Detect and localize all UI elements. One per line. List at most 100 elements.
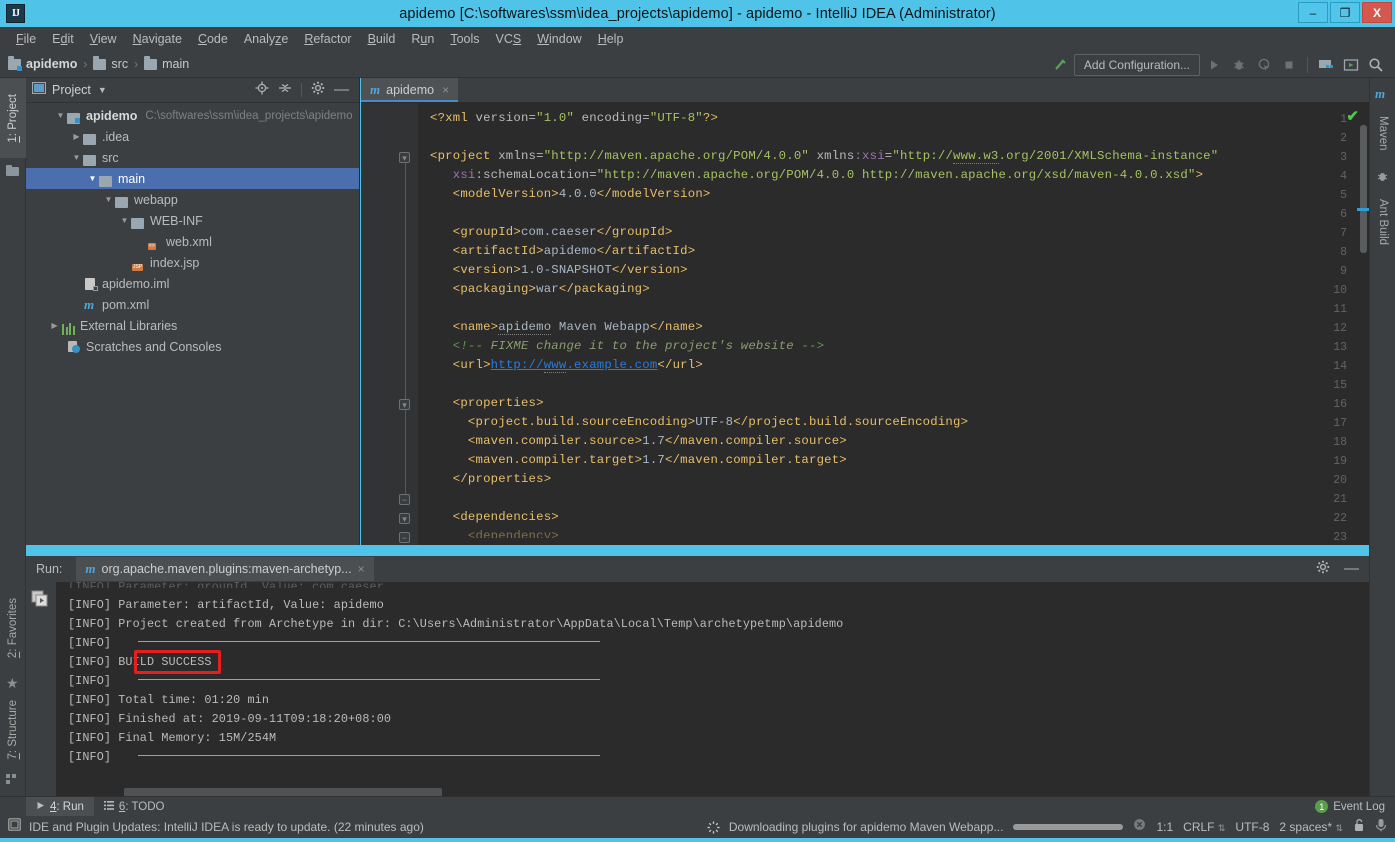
editor-gutter[interactable]	[361, 103, 418, 545]
code-line-12: <name>apidemo Maven Webapp</name>	[452, 320, 703, 335]
run-icon[interactable]	[1203, 54, 1225, 76]
fold-marker-collapse[interactable]: ▾	[399, 152, 410, 163]
tree-item-index-jsp[interactable]: JSP index.jsp	[26, 252, 359, 273]
menu-vcs[interactable]: VCS	[488, 29, 530, 49]
folder-icon	[131, 214, 146, 229]
cancel-progress-icon[interactable]	[1133, 818, 1146, 836]
status-message[interactable]: IDE and Plugin Updates: IntelliJ IDEA is…	[29, 820, 424, 834]
project-tool-window: Project ▼ — ▼ apidemo C:\softwares\ssm\i…	[26, 78, 360, 545]
locate-file-icon[interactable]	[255, 81, 269, 100]
notification-icon[interactable]	[8, 818, 21, 836]
editor-tab-apidemo[interactable]: m apidemo ×	[361, 78, 459, 102]
close-button[interactable]: X	[1362, 2, 1392, 23]
tree-item-src[interactable]: ▼ src	[26, 147, 359, 168]
code-editor[interactable]: 1 2 3 4 5 6 7 8 9 10 11 12 13 14 15 16 1…	[361, 103, 1369, 545]
line-separator[interactable]: CRLF ⇅	[1183, 820, 1225, 834]
gear-icon[interactable]	[311, 81, 325, 100]
menu-edit[interactable]: Edit	[44, 29, 82, 49]
file-encoding[interactable]: UTF-8	[1235, 820, 1269, 834]
fold-marker-collapse[interactable]: ▾	[399, 513, 410, 524]
lock-icon[interactable]	[1353, 818, 1365, 837]
editor-vertical-scrollbar[interactable]	[1360, 125, 1367, 253]
maximize-button[interactable]: ❐	[1330, 2, 1360, 23]
menu-navigate[interactable]: Navigate	[125, 29, 190, 49]
project-structure-icon[interactable]	[1315, 54, 1337, 76]
fold-marker-collapse[interactable]: ▾	[399, 399, 410, 410]
run-console-output[interactable]: [INFO] Parameter: groupId, Value: com.ca…	[56, 582, 1369, 796]
tree-item-external-libraries[interactable]: ▶ External Libraries	[26, 315, 359, 336]
chevron-down-icon[interactable]: ▼	[98, 85, 107, 95]
add-configuration-button[interactable]: Add Configuration...	[1073, 53, 1200, 76]
fold-marker-collapse[interactable]: −	[399, 532, 410, 543]
sidebar-tab-structure[interactable]: 7: Structure	[0, 686, 26, 774]
tree-item-web-inf[interactable]: ▼ WEB-INF	[26, 210, 359, 231]
tree-item-idea[interactable]: ▶ .idea	[26, 126, 359, 147]
expand-arrow-icon[interactable]: ▼	[102, 195, 115, 204]
menu-view[interactable]: View	[82, 29, 125, 49]
event-log-button[interactable]: 1 Event Log	[1315, 800, 1395, 813]
close-icon[interactable]: ×	[358, 562, 365, 576]
menu-window[interactable]: Window	[529, 29, 589, 49]
menu-build[interactable]: Build	[360, 29, 404, 49]
expand-arrow-icon[interactable]: ▼	[54, 111, 67, 120]
indent-setting[interactable]: 2 spaces* ⇅	[1279, 820, 1343, 834]
close-icon[interactable]: ×	[442, 83, 449, 97]
breadcrumb-main[interactable]: main	[144, 56, 189, 71]
tree-item-scratches[interactable]: Scratches and Consoles	[26, 336, 359, 357]
hide-panel-icon[interactable]: —	[1344, 561, 1359, 576]
menu-tools[interactable]: Tools	[442, 29, 487, 49]
menu-code[interactable]: Code	[190, 29, 236, 49]
tree-item-webapp[interactable]: ▼ webapp	[26, 189, 359, 210]
status-tab-run[interactable]: 4: Run	[26, 796, 94, 817]
caret-position[interactable]: 1:1	[1156, 820, 1173, 834]
menu-file[interactable]: File	[8, 29, 44, 49]
status-tab-todo[interactable]: 6: TODO	[94, 797, 175, 817]
sidebar-tab-favorites[interactable]: 2: Favorites	[0, 582, 26, 674]
tree-item-label: src	[102, 150, 119, 165]
folder-icon	[115, 193, 130, 208]
breadcrumb-apidemo[interactable]: apidemo	[8, 56, 77, 71]
expand-arrow-icon[interactable]: ▶	[48, 321, 61, 330]
breadcrumb-src[interactable]: src	[93, 56, 128, 71]
folder-icon	[93, 56, 107, 70]
sidebar-tab-project[interactable]: 1: Project	[0, 78, 26, 158]
intellij-window: IJ apidemo [C:\softwares\ssm\idea_projec…	[0, 0, 1395, 842]
update-project-icon[interactable]	[1340, 54, 1362, 76]
hide-panel-icon[interactable]: —	[334, 82, 349, 97]
run-with-coverage-icon[interactable]	[1253, 54, 1275, 76]
stop-icon[interactable]	[1278, 54, 1300, 76]
tree-item-pom-xml[interactable]: m pom.xml	[26, 294, 359, 315]
collapse-all-icon[interactable]	[278, 81, 292, 100]
build-hammer-icon[interactable]	[1049, 54, 1071, 76]
fold-marker-expand[interactable]: −	[399, 494, 410, 505]
sidebar-tab-maven[interactable]: Maven	[1370, 102, 1395, 164]
expand-arrow-icon[interactable]: ▶	[70, 132, 83, 141]
console-horizontal-scrollbar[interactable]	[124, 788, 442, 796]
status-tab-label: 6: TODO	[118, 800, 165, 813]
inspector-icon[interactable]	[1375, 818, 1387, 837]
tree-item-main[interactable]: ▼ main	[26, 168, 359, 189]
expand-arrow-icon[interactable]: ▼	[70, 153, 83, 162]
console-separator-rule	[138, 641, 600, 642]
expand-arrow-icon[interactable]: ▼	[86, 174, 99, 183]
debug-icon[interactable]	[1228, 54, 1250, 76]
tree-item-web-xml[interactable]: <> web.xml	[26, 231, 359, 252]
tree-item-label: WEB-INF	[150, 213, 203, 228]
toolbar-divider	[301, 83, 302, 97]
expand-arrow-icon[interactable]: ▼	[118, 216, 131, 225]
inspection-status-icon[interactable]: ✔	[1346, 107, 1359, 125]
search-icon[interactable]	[1365, 54, 1387, 76]
menu-run[interactable]: Run	[403, 29, 442, 49]
run-tab-maven-archetype[interactable]: m org.apache.maven.plugins:maven-archety…	[76, 557, 374, 581]
menu-analyze[interactable]: Analyze	[236, 29, 296, 49]
minimize-button[interactable]: –	[1298, 2, 1328, 23]
tree-item-apidemo[interactable]: ▼ apidemo C:\softwares\ssm\idea_projects…	[26, 105, 359, 126]
code-text-area[interactable]: <?xml version="1.0" encoding="UTF-8"?> <…	[418, 103, 1369, 545]
menu-refactor[interactable]: Refactor	[296, 29, 359, 49]
sidebar-tab-ant-build[interactable]: Ant Build	[1370, 186, 1395, 258]
gear-icon[interactable]	[1316, 560, 1330, 579]
menu-help[interactable]: Help	[590, 29, 632, 49]
tree-item-apidemo-iml[interactable]: apidemo.iml	[26, 273, 359, 294]
tree-item-label: Scratches and Consoles	[86, 339, 222, 354]
soft-wrap-icon[interactable]	[31, 590, 50, 614]
